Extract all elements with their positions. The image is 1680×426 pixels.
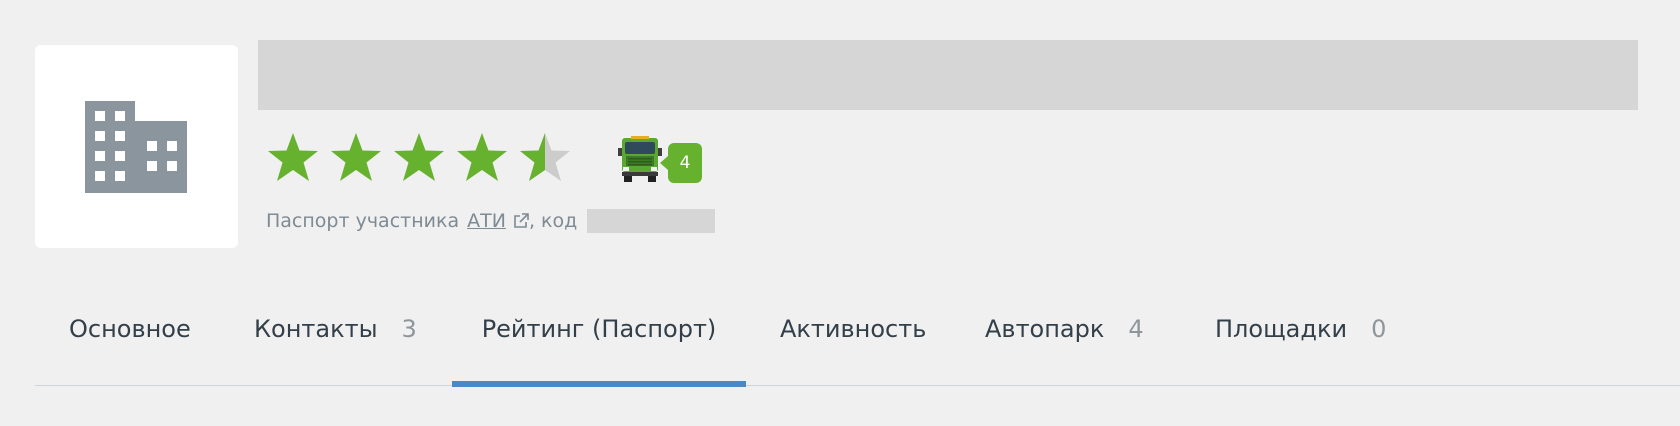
tab-label: Рейтинг (Паспорт) [481,315,717,343]
external-link-icon[interactable] [513,213,529,229]
tab-label: Контакты [254,315,378,343]
tab-fleet[interactable]: Автопарк 4 [985,300,1144,386]
tab-sites[interactable]: Площадки 0 [1215,300,1386,386]
tab-count: 0 [1371,315,1387,343]
tab-bar: Основное Контакты 3 Рейтинг (Паспорт) Ак… [35,300,1680,387]
fleet-count-badge[interactable]: 4 [660,143,702,183]
truck-icon[interactable] [616,136,664,182]
tab-label: Основное [69,315,191,343]
passport-code-redacted [587,209,716,233]
tab-count: 3 [401,315,417,343]
ati-link[interactable]: АТИ [467,210,506,232]
tab-activity[interactable]: Активность [780,300,926,386]
tab-rating-passport[interactable]: Рейтинг (Паспорт) [452,300,746,387]
tab-label: Площадки [1215,315,1348,343]
company-name-redacted [258,40,1638,110]
star-icon-3 [394,133,444,181]
building-icon [85,101,187,193]
tab-label: Автопарк [985,315,1105,343]
tab-contacts[interactable]: Контакты 3 [254,300,417,386]
tab-main[interactable]: Основное [69,300,191,386]
tab-label: Активность [780,315,927,343]
star-icon-4 [457,133,507,181]
passport-prefix: Паспорт участника [266,210,460,232]
code-label: , код [528,210,578,232]
tab-count: 4 [1128,315,1144,343]
company-logo [35,45,238,248]
star-icon-2 [331,133,381,181]
star-half-icon [520,133,570,181]
passport-line: Паспорт участника АТИ , код [266,209,716,233]
star-icon-1 [268,133,318,181]
